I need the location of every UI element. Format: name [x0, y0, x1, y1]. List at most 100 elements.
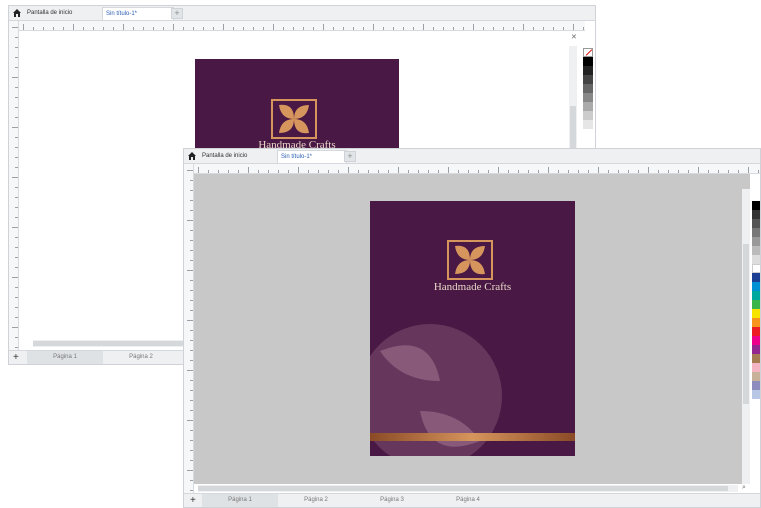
swatch[interactable] — [752, 264, 760, 273]
close-icon[interactable]: ✕ — [571, 33, 577, 41]
add-tab-button[interactable]: + — [344, 151, 356, 162]
swatch[interactable] — [752, 282, 760, 291]
swatch[interactable] — [583, 93, 593, 102]
ruler-tick — [388, 170, 389, 173]
ruler-tick — [688, 170, 689, 173]
swatch[interactable] — [752, 318, 760, 327]
page-tab-2[interactable]: Página 2 — [278, 494, 354, 507]
home-icon[interactable] — [12, 8, 22, 18]
swatch[interactable] — [752, 246, 760, 255]
swatch[interactable] — [583, 84, 593, 93]
ruler-tick — [12, 77, 18, 78]
ruler-tick — [93, 27, 94, 30]
ruler-tick — [190, 450, 193, 451]
ruler-tick — [193, 27, 194, 30]
ruler-tick — [758, 170, 759, 173]
ruler-tick — [190, 380, 193, 381]
ruler-tick — [190, 350, 193, 351]
ruler-tick — [708, 170, 709, 173]
ruler-tick — [163, 27, 164, 30]
tab-start-screen[interactable]: Pantalla de inicio — [24, 7, 102, 20]
ruler-tick — [563, 27, 564, 30]
swatch[interactable] — [583, 66, 593, 75]
swatch[interactable] — [583, 120, 593, 129]
swatch[interactable] — [752, 372, 760, 381]
color-palette[interactable] — [583, 48, 593, 129]
swatch[interactable] — [752, 354, 760, 363]
horizontal-ruler — [19, 21, 585, 31]
ruler-tick — [523, 24, 524, 30]
page-tab-4[interactable]: Página 4 — [430, 494, 506, 507]
ruler-tick — [15, 207, 18, 208]
no-color-icon[interactable] — [583, 48, 593, 57]
ruler-tick — [190, 180, 193, 181]
ruler-tick — [15, 157, 18, 158]
swatch[interactable] — [752, 210, 760, 219]
ruler-tick — [15, 317, 18, 318]
swatch[interactable] — [752, 345, 760, 354]
ruler-tick — [408, 170, 409, 173]
zoom-icon[interactable]: ⌕ — [742, 484, 746, 492]
swatch[interactable] — [752, 381, 760, 390]
ruler-tick — [338, 170, 339, 173]
home-icon[interactable] — [187, 151, 197, 161]
ruler-tick — [187, 170, 193, 171]
ruler-tick — [423, 24, 424, 30]
swatch[interactable] — [752, 201, 760, 210]
scroll-thumb[interactable] — [33, 341, 193, 346]
ruler-tick — [598, 167, 599, 173]
ruler-tick — [718, 170, 719, 173]
ruler-tick — [190, 440, 193, 441]
color-palette[interactable] — [752, 201, 760, 399]
ruler-tick — [313, 27, 314, 30]
add-tab-button[interactable]: + — [171, 8, 183, 19]
swatch[interactable] — [752, 336, 760, 345]
ruler-tick — [298, 167, 299, 173]
add-page-button[interactable]: + — [190, 494, 196, 507]
ruler-tick — [438, 170, 439, 173]
swatch[interactable] — [752, 291, 760, 300]
ruler-tick — [123, 24, 124, 30]
ruler-tick — [187, 270, 193, 271]
swatch[interactable] — [583, 102, 593, 111]
swatch[interactable] — [752, 327, 760, 336]
swatch[interactable] — [583, 57, 593, 66]
page-tab-bar: + Página 1 Página 2 Página 3 Página 4 — [184, 493, 760, 507]
drawing-canvas[interactable]: Handmade Crafts — [194, 174, 750, 484]
page-tab-2[interactable]: Página 2 — [103, 351, 179, 364]
ruler-tick — [15, 287, 18, 288]
swatch[interactable] — [752, 390, 760, 399]
swatch[interactable] — [752, 300, 760, 309]
plus-icon: + — [347, 151, 353, 161]
ruler-tick — [173, 24, 174, 30]
logo-icon — [271, 99, 317, 139]
ruler-tick — [283, 27, 284, 30]
tab-start-screen[interactable]: Pantalla de inicio — [199, 150, 277, 163]
vertical-scrollbar[interactable] — [742, 189, 750, 484]
swatch[interactable] — [752, 237, 760, 246]
add-page-button[interactable]: + — [13, 351, 19, 364]
scroll-thumb[interactable] — [743, 244, 749, 404]
swatch[interactable] — [752, 228, 760, 237]
swatch[interactable] — [583, 111, 593, 120]
horizontal-scrollbar[interactable] — [198, 485, 738, 492]
ruler-tick — [543, 27, 544, 30]
swatch[interactable] — [752, 273, 760, 282]
swatch[interactable] — [583, 75, 593, 84]
tab-untitled-document[interactable]: Sin título-1* — [102, 7, 174, 20]
page-tab-3[interactable]: Página 3 — [354, 494, 430, 507]
scroll-thumb[interactable] — [198, 486, 728, 491]
ruler-tick — [578, 170, 579, 173]
page-tab-1[interactable]: Página 1 — [27, 351, 103, 364]
ruler-tick — [628, 170, 629, 173]
ruler-tick — [143, 27, 144, 30]
swatch[interactable] — [752, 363, 760, 372]
swatch[interactable] — [752, 255, 760, 264]
tab-untitled-document[interactable]: Sin título-1* — [277, 150, 347, 163]
swatch[interactable] — [752, 309, 760, 318]
ruler-tick — [190, 480, 193, 481]
swatch[interactable] — [752, 219, 760, 228]
page-tab-1[interactable]: Página 1 — [202, 494, 278, 507]
document-page[interactable]: Handmade Crafts — [370, 201, 575, 456]
ruler-tick — [478, 170, 479, 173]
